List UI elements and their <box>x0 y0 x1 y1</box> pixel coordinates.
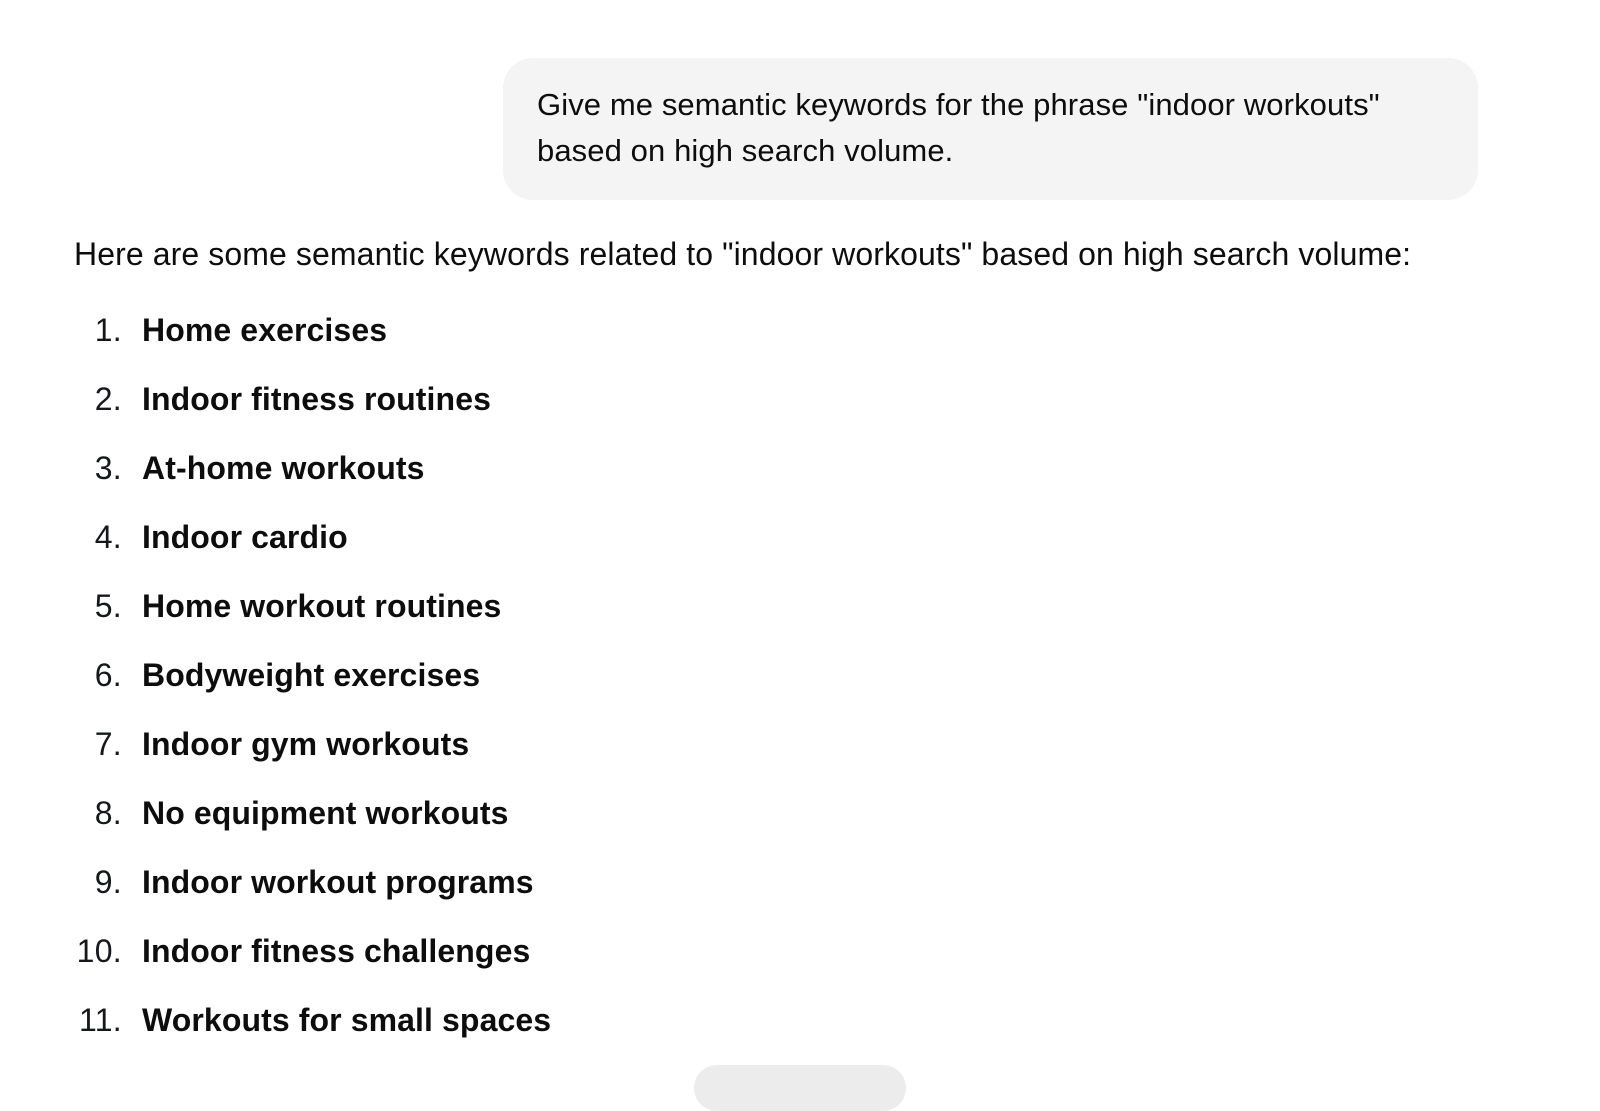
list-item-number: 9. <box>94 864 122 900</box>
user-message-bubble[interactable]: Give me semantic keywords for the phrase… <box>503 58 1478 200</box>
list-item: 11. Workouts for small spaces <box>74 1002 1534 1071</box>
list-item-number: 6. <box>94 657 122 693</box>
list-item-label: Home workout routines <box>142 588 502 624</box>
list-item: 5. Home workout routines <box>74 588 1534 657</box>
list-item-label: Indoor workout programs <box>142 864 534 900</box>
list-item-number: 7. <box>94 726 122 762</box>
list-item-number: 3. <box>94 450 122 486</box>
list-item-number: 4. <box>94 519 122 555</box>
list-item-label: Workouts for small spaces <box>142 1002 552 1038</box>
list-item-label: Indoor cardio <box>142 519 348 555</box>
list-item-label: Bodyweight exercises <box>142 657 481 693</box>
list-item-number: 8. <box>94 795 122 831</box>
user-message-turn: Give me semantic keywords for the phrase… <box>0 58 1478 200</box>
assistant-intro-text: Here are some semantic keywords related … <box>74 236 1412 272</box>
list-item: 1. Home exercises <box>74 312 1534 381</box>
list-item-label: At-home workouts <box>142 450 425 486</box>
list-item: 3. At-home workouts <box>74 450 1534 519</box>
list-item: 2. Indoor fitness routines <box>74 381 1534 450</box>
list-item-number: 11. <box>78 1002 122 1038</box>
offscreen-element-peek <box>694 1065 906 1111</box>
list-item: 7. Indoor gym workouts <box>74 726 1534 795</box>
list-item-label: Indoor fitness challenges <box>142 933 531 969</box>
list-item-number: 5. <box>94 588 122 624</box>
list-item: 4. Indoor cardio <box>74 519 1534 588</box>
keyword-list: 1. Home exercises 2. Indoor fitness rout… <box>74 312 1534 1071</box>
list-item-label: Indoor gym workouts <box>142 726 470 762</box>
list-item: 10. Indoor fitness challenges <box>74 933 1534 1002</box>
list-item-number: 10. <box>76 933 122 969</box>
assistant-message-turn: Here are some semantic keywords related … <box>74 232 1534 1038</box>
list-item-number: 1. <box>94 312 122 348</box>
list-item: 9. Indoor workout programs <box>74 864 1534 933</box>
list-item: 8. No equipment workouts <box>74 795 1534 864</box>
list-item-number: 2. <box>94 381 122 417</box>
list-item-label: Home exercises <box>142 312 388 348</box>
user-message-text: Give me semantic keywords for the phrase… <box>537 87 1389 168</box>
list-item: 6. Bodyweight exercises <box>74 657 1534 726</box>
list-item-label: No equipment workouts <box>142 795 509 831</box>
chat-conversation: Give me semantic keywords for the phrase… <box>0 0 1600 1111</box>
list-item-label: Indoor fitness routines <box>142 381 491 417</box>
